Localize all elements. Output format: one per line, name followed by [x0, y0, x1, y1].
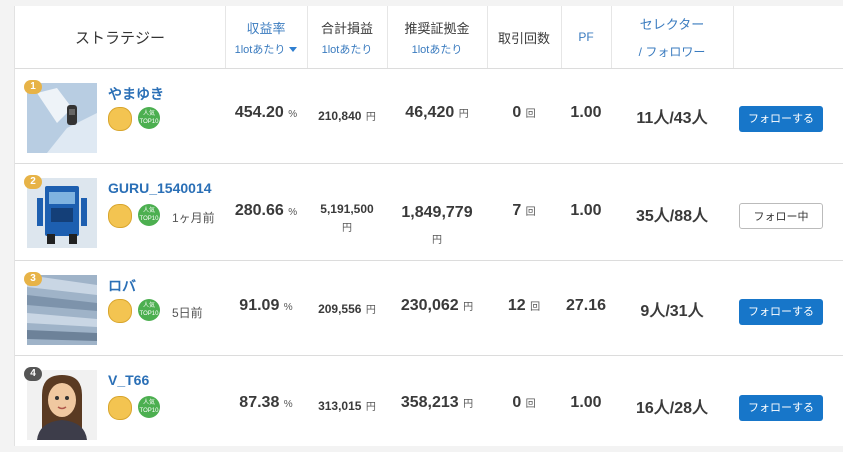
selector-badge-icon — [108, 204, 132, 228]
col-selector-sub: / フォロワー — [638, 45, 706, 59]
profit-rate-value: 91.09 — [239, 297, 280, 314]
col-trades[interactable]: 取引回数 — [487, 6, 562, 68]
popular-top10-badge-icon: 人気 TOP10 — [138, 107, 160, 129]
col-selector[interactable]: セレクター / フォロワー — [611, 6, 734, 68]
selector-follower-value: 11人/43人 — [636, 110, 708, 127]
selector-badge-icon — [108, 396, 132, 420]
sort-desc-icon — [289, 47, 298, 53]
total-pl-value: 210,840 — [318, 109, 362, 123]
follow-button[interactable]: フォローする — [739, 395, 823, 421]
follow-button[interactable]: フォローする — [739, 299, 823, 325]
total-pl-value: 313,015 — [318, 399, 362, 413]
col-margin-label: 推奨証拠金 — [404, 20, 470, 36]
margin-value: 358,213 — [400, 394, 459, 411]
strategy-name-link[interactable]: ロバ — [108, 276, 136, 296]
ranking-panel: ストラテジー 収益率 1lotあたり 合計損益 1lotあたり 推奨証拠金 1l… — [14, 6, 843, 446]
col-trades-label: 取引回数 — [497, 30, 550, 46]
last-trade-ago: 5日前 — [172, 306, 203, 320]
col-selector-label: セレクター — [639, 17, 705, 32]
pf-value: 27.16 — [565, 297, 607, 314]
strategy-name-link[interactable]: GURU_1540014 — [108, 180, 212, 196]
profit-rate-value: 280.66 — [234, 202, 284, 219]
table-row: 4 V_T66 人気 TOP10 87.38 % 313,015 円 358,21… — [15, 356, 843, 452]
trades-value: 0 — [512, 104, 522, 121]
col-profit-rate-sub: 1lotあたり — [234, 43, 286, 56]
col-margin[interactable]: 推奨証拠金 1lotあたり — [387, 6, 488, 68]
trades-value: 7 — [512, 202, 522, 219]
pf-value: 1.00 — [570, 104, 602, 121]
col-profit-rate-label: 収益率 — [246, 20, 286, 36]
popular-top10-badge-icon: 人気 TOP10 — [138, 396, 160, 418]
col-strategy-label: ストラテジー — [74, 29, 165, 47]
margin-value: 230,062 — [400, 297, 459, 314]
pf-value: 1.00 — [570, 394, 602, 411]
col-margin-sub: 1lotあたり — [411, 43, 463, 56]
strategy-name-link[interactable]: やまゆき — [108, 84, 164, 104]
trades-value: 12 — [507, 297, 526, 314]
margin-value: 46,420 — [405, 104, 455, 121]
selector-follower-value: 16人/28人 — [635, 400, 709, 417]
table-header: ストラテジー 収益率 1lotあたり 合計損益 1lotあたり 推奨証拠金 1l… — [15, 6, 843, 69]
popular-top10-badge-icon: 人気 TOP10 — [138, 204, 160, 226]
strategy-name-link[interactable]: V_T66 — [108, 372, 149, 388]
col-strategy: ストラテジー — [15, 6, 226, 68]
profit-rate-value: 87.38 — [239, 394, 280, 411]
col-pf[interactable]: PF — [561, 6, 612, 68]
margin-value: 1,849,779 — [401, 204, 473, 221]
rank-badge: 2 — [24, 175, 42, 189]
last-trade-ago: 1ヶ月前 — [172, 211, 215, 225]
follow-button[interactable]: フォローする — [739, 106, 823, 132]
col-profit-rate[interactable]: 収益率 1lotあたり — [225, 6, 308, 68]
rank-badge: 4 — [24, 367, 42, 381]
rank-badge: 3 — [24, 272, 42, 286]
total-pl-value: 5,191,500 — [320, 202, 374, 216]
total-pl-value: 209,556 — [318, 302, 362, 316]
col-total-pl[interactable]: 合計損益 1lotあたり — [307, 6, 388, 68]
col-total-pl-sub: 1lotあたり — [321, 43, 373, 56]
profit-rate-value: 454.20 — [234, 104, 284, 121]
col-total-pl-label: 合計損益 — [320, 20, 373, 36]
following-button[interactable]: フォロー中 — [739, 203, 823, 229]
col-pf-label: PF — [578, 30, 594, 44]
selector-badge-icon — [108, 107, 132, 131]
table-row: 1 やまゆき 人気 TOP10 454.20 % 210,840 円 46,420… — [15, 69, 843, 164]
popular-top10-badge-icon: 人気 TOP10 — [138, 299, 160, 321]
table-row: 2 GURU_1540014 人気 TOP10 1ヶ月前 280.66 % 5,1… — [15, 164, 843, 261]
selector-follower-value: 35人/88人 — [635, 208, 709, 225]
selector-follower-value: 9人/31人 — [640, 303, 704, 320]
table-row: 3 ロバ 人気 TOP10 5日前 91.09 % 209,556 円 230,0… — [15, 261, 843, 356]
pf-value: 1.00 — [570, 202, 602, 219]
rank-badge: 1 — [24, 80, 42, 94]
selector-badge-icon — [108, 299, 132, 323]
trades-value: 0 — [512, 394, 522, 411]
